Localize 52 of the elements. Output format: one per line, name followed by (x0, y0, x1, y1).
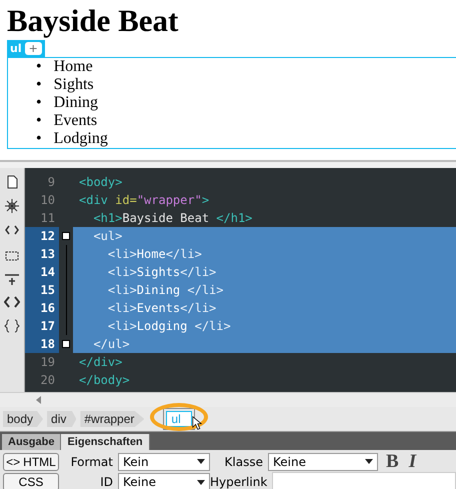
line-number: 18 (25, 335, 59, 353)
id-select[interactable]: Keine (118, 473, 210, 489)
caret-icon (197, 480, 205, 484)
italic-button[interactable]: I (408, 450, 416, 472)
line-number: 15 (25, 281, 59, 299)
code-icon[interactable] (4, 294, 20, 310)
line-number: 9 (46, 174, 56, 191)
css-button[interactable]: CSS (3, 473, 59, 489)
class-label: Klasse (224, 454, 264, 468)
format-label: Format (70, 454, 114, 468)
breadcrumb[interactable]: div (47, 411, 76, 427)
breadcrumb[interactable]: #wrapper (80, 411, 144, 427)
caret-icon (365, 459, 373, 464)
list-item: • Dining (36, 94, 98, 112)
line-number: 10 (40, 192, 56, 209)
line-number: 13 (25, 245, 59, 263)
code-line: <div id="wrapper"> (78, 192, 210, 209)
scroll-left-icon[interactable] (36, 396, 42, 404)
line-number: 17 (25, 317, 59, 335)
cursor-icon (192, 416, 202, 430)
add-button[interactable]: + (24, 42, 42, 55)
link-field[interactable] (272, 472, 456, 489)
page-heading: Bayside Beat (6, 2, 180, 40)
tag-label: ul (10, 42, 22, 55)
panel-tab[interactable]: Eigenschaften (61, 434, 150, 450)
list-item: • Lodging (36, 130, 108, 148)
class-select[interactable]: Keine (268, 452, 378, 470)
line-number: 19 (40, 354, 56, 371)
fold-toggle[interactable] (62, 232, 70, 240)
line-number: 11 (40, 210, 56, 227)
bold-button[interactable]: B (386, 450, 399, 472)
braces-icon[interactable] (4, 318, 20, 334)
line-number: 14 (25, 263, 59, 281)
line-number: 20 (40, 372, 56, 389)
code-line: </body> (78, 372, 131, 389)
code-line: <h1>Bayside Beat </h1> (92, 210, 254, 227)
html-button[interactable]: <> HTML (3, 452, 59, 470)
link-label: Hyperlink (210, 475, 268, 489)
panel-tab[interactable]: Ausgabe (2, 434, 62, 450)
id-label: ID (99, 475, 114, 489)
code-line: </div> (78, 354, 124, 371)
list-item: • Home (36, 58, 93, 76)
breadcrumb[interactable]: body (3, 411, 44, 427)
list-item: • Sights (36, 76, 94, 94)
code-line: <body> (78, 174, 124, 191)
list-item: • Events (36, 112, 98, 130)
fold-toggle[interactable] (62, 340, 70, 348)
snowflake-icon[interactable] (4, 198, 20, 214)
caret-icon (197, 459, 205, 464)
format-select[interactable]: Kein (118, 452, 210, 470)
line-number: 16 (25, 299, 59, 317)
line-number: 12 (25, 227, 59, 245)
